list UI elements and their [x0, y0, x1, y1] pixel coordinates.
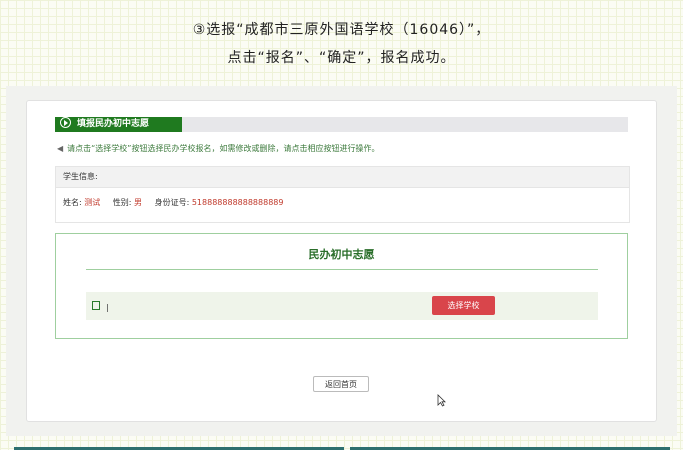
- main-card: 填报民办初中志愿 ◀ 请点击“选择学校”按钮选择民办学校报名，如需修改或删除，请点…: [26, 100, 657, 422]
- volunteer-box: 民办初中志愿 | 选择学校: [55, 233, 628, 339]
- notice-message: 请点击“选择学校”按钮选择民办学校报名，如需修改或删除，请点击相应按钮进行操作。: [67, 144, 380, 153]
- section-header-title: 填报民办初中志愿: [55, 117, 182, 132]
- play-circle-icon: [60, 117, 71, 128]
- volunteer-row: | 选择学校: [86, 292, 598, 320]
- speaker-icon: ◀: [57, 144, 64, 153]
- volunteer-row-text: |: [106, 303, 109, 312]
- student-info-row: 姓名: 测试 性别: 男 身份证号: 518888888888888889: [56, 188, 629, 208]
- name-label: 姓名:: [63, 198, 82, 207]
- back-home-button[interactable]: 返回首页: [313, 376, 369, 392]
- instruction-line-1: ③选报“成都市三原外国语学校（16046）”，: [192, 22, 491, 38]
- instruction-line-2: 点击“报名”、“确定”，报名成功。: [227, 50, 456, 66]
- student-info-panel: 学生信息: 姓名: 测试 性别: 男 身份证号: 518888888888888…: [55, 166, 630, 223]
- student-info-heading: 学生信息:: [56, 167, 629, 188]
- id-value: 518888888888888889: [191, 198, 284, 207]
- id-label: 身份证号:: [154, 198, 190, 207]
- mouse-pointer-icon: [437, 394, 446, 407]
- notice-text: ◀ 请点击“选择学校”按钮选择民办学校报名，如需修改或删除，请点击相应按钮进行操作…: [57, 143, 379, 154]
- document-icon: [92, 301, 100, 310]
- bottom-strip: [6, 444, 677, 450]
- gender-label: 性别:: [112, 198, 132, 207]
- instruction-caption: ③选报“成都市三原外国语学校（16046）”， 点击“报名”、“确定”，报名成功…: [0, 16, 683, 72]
- section-title-text: 填报民办初中志愿: [77, 119, 150, 129]
- select-school-button[interactable]: 选择学校: [432, 296, 495, 315]
- gender-value: 男: [134, 198, 143, 207]
- screenshot-area: 填报民办初中志愿 ◀ 请点击“选择学校”按钮选择民办学校报名，如需修改或删除，请点…: [6, 86, 677, 436]
- volunteer-divider: [86, 269, 598, 270]
- section-header: 填报民办初中志愿: [55, 117, 628, 132]
- name-value: 测试: [84, 198, 101, 207]
- volunteer-title: 民办初中志愿: [308, 248, 375, 261]
